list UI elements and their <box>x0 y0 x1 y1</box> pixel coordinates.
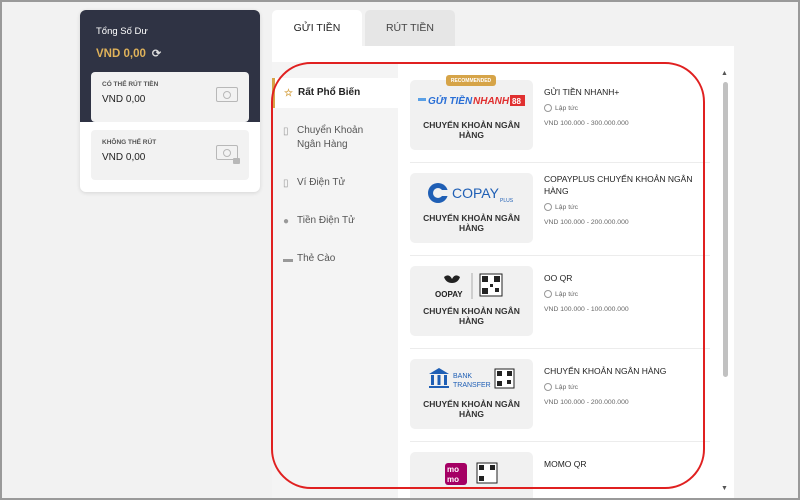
scrollbar[interactable]: ▲ ▼ <box>720 70 730 492</box>
scroll-down-icon[interactable]: ▼ <box>721 485 728 492</box>
payment-method[interactable]: BANK TRANSFER CHUYỂN KHOẢN NGÂN HÀNG CHU… <box>410 349 710 442</box>
scroll-up-icon[interactable]: ▲ <box>721 70 728 77</box>
sidebar-item-popular[interactable]: ☆ Rất Phổ Biến <box>272 78 398 108</box>
momo-logo: mo mo <box>410 452 533 492</box>
method-speed: Lập tức <box>544 104 578 112</box>
copay-logo: COPAY PLUS <box>410 173 533 213</box>
method-logo-box: mo mo <box>410 452 533 500</box>
method-logo-box: OOPAY CHUYỂN KHOẢN NGÂN HÀNG <box>410 266 533 336</box>
tab-withdraw[interactable]: RÚT TIỀN <box>365 10 455 46</box>
sidebar-item-crypto[interactable]: ● Tiền Điện Tử <box>272 206 398 236</box>
method-logo-subtitle: CHUYỂN KHOẢN NGÂN HÀNG <box>423 306 520 326</box>
payment-method[interactable]: COPAY PLUS CHUYỂN KHOẢN NGÂN HÀNG COPAYP… <box>410 163 710 256</box>
method-name: OO QR <box>544 273 573 283</box>
category-sidebar: ☆ Rất Phổ Biến ▯ Chuyển Khoản Ngân Hàng … <box>272 62 398 500</box>
method-range: VND 100.000 - 200.000.000 <box>544 399 629 406</box>
method-logo-subtitle: CHUYỂN KHOẢN NGÂN HÀNG <box>423 399 520 419</box>
bank-icon: ▯ <box>283 126 289 137</box>
withdrawable-card: CÓ THỂ RÚT TIỀN VND 0,00 <box>91 72 249 122</box>
gui-tien-nhanh-logo: GỬI TIỀN NHANH 88 <box>410 80 533 120</box>
method-speed: Lập tức <box>544 290 578 298</box>
method-range: VND 100.000 - 100.000.000 <box>544 306 629 313</box>
method-name: COPAYPLUS CHUYỂN KHOẢN NGÂN HÀNG <box>544 174 693 196</box>
balance-amount: VND 0,00 ⟳ <box>96 47 244 61</box>
payment-method[interactable]: RECOMMENDED GỬI TIỀN NHANH 88 CHUYỂN KHO… <box>410 70 710 163</box>
svg-text:GỬI TIỀN: GỬI TIỀN <box>428 94 473 107</box>
clock-icon <box>544 203 552 211</box>
svg-text:OOPAY: OOPAY <box>435 290 463 299</box>
balance-title: Tổng Số Dư <box>96 26 148 37</box>
svg-text:COPAY: COPAY <box>452 185 500 201</box>
bitcoin-icon: ● <box>283 216 290 227</box>
lock-icon <box>233 158 240 164</box>
payment-method[interactable]: OOPAY CHUYỂN KHOẢN NGÂN HÀNG OO QR Lập t… <box>410 256 710 349</box>
svg-text:mo: mo <box>447 465 459 474</box>
clock-icon <box>544 383 552 391</box>
method-logo-box: BANK TRANSFER CHUYỂN KHOẢN NGÂN HÀNG <box>410 359 533 429</box>
sidebar-item-label: Chuyển Khoản Ngân Hàng <box>297 125 364 150</box>
method-speed: Lập tức <box>544 383 578 391</box>
method-speed: Lập tức <box>544 203 578 211</box>
scrollbar-thumb[interactable] <box>723 82 728 377</box>
refresh-icon[interactable]: ⟳ <box>152 47 161 60</box>
method-range: VND 100.000 - 300.000.000 <box>544 120 629 127</box>
method-name: MOMO QR <box>544 459 587 469</box>
sidebar-item-scratch-card[interactable]: ▬ Thẻ Cào <box>272 244 398 274</box>
svg-text:NHANH: NHANH <box>473 96 510 107</box>
clock-icon <box>544 290 552 298</box>
method-logo-subtitle: CHUYỂN KHOẢN NGÂN HÀNG <box>423 120 520 140</box>
method-speed-label: Lập tức <box>555 383 579 391</box>
svg-text:mo: mo <box>447 475 459 484</box>
locked-card: KHÔNG THỂ RÚT VND 0,00 <box>91 130 249 180</box>
method-speed-label: Lập tức <box>555 203 579 211</box>
sidebar-item-label: Rất Phổ Biến <box>298 87 361 98</box>
method-logo-box: RECOMMENDED GỬI TIỀN NHANH 88 CHUYỂN KHO… <box>410 75 533 150</box>
clock-icon <box>544 104 552 112</box>
method-speed-label: Lập tức <box>555 290 579 298</box>
tab-deposit[interactable]: GỬI TIỀN <box>272 10 362 46</box>
sidebar-item-label: Ví Điện Tử <box>297 177 346 188</box>
svg-text:88: 88 <box>512 97 521 106</box>
method-logo-subtitle: CHUYỂN KHOẢN NGÂN HÀNG <box>423 213 520 233</box>
method-speed-label: Lập tức <box>555 104 579 112</box>
svg-text:BANK: BANK <box>453 373 472 380</box>
star-icon: ☆ <box>284 88 293 99</box>
oopay-logo: OOPAY <box>410 266 533 306</box>
method-name: GỬI TIỀN NHANH+ <box>544 87 620 97</box>
cash-icon <box>216 87 238 102</box>
balance-panel: Tổng Số Dư VND 0,00 ⟳ CÓ THỂ RÚT TIỀN VN… <box>80 10 260 192</box>
wallet-icon: ▯ <box>283 178 289 189</box>
payment-method[interactable]: mo mo MOMO QR <box>410 442 710 500</box>
sidebar-item-bank-transfer[interactable]: ▯ Chuyển Khoản Ngân Hàng <box>272 116 398 160</box>
method-range: VND 100.000 - 200.000.000 <box>544 219 629 226</box>
deposit-panel: ☆ Rất Phổ Biến ▯ Chuyển Khoản Ngân Hàng … <box>272 46 734 500</box>
balance-amount-value: VND 0,00 <box>96 47 146 60</box>
bank-transfer-logo: BANK TRANSFER <box>410 359 533 399</box>
svg-text:PLUS: PLUS <box>500 198 514 204</box>
card-icon: ▬ <box>283 254 293 265</box>
recommended-badge: RECOMMENDED <box>446 75 496 86</box>
sidebar-item-label: Tiền Điện Tử <box>297 215 355 226</box>
method-name: CHUYỂN KHOẢN NGÂN HÀNG <box>544 366 667 376</box>
sidebar-item-e-wallet[interactable]: ▯ Ví Điện Tử <box>272 168 398 198</box>
sidebar-item-label: Thẻ Cào <box>297 253 336 264</box>
method-logo-box: COPAY PLUS CHUYỂN KHOẢN NGÂN HÀNG <box>410 173 533 243</box>
svg-text:TRANSFER: TRANSFER <box>453 382 491 389</box>
